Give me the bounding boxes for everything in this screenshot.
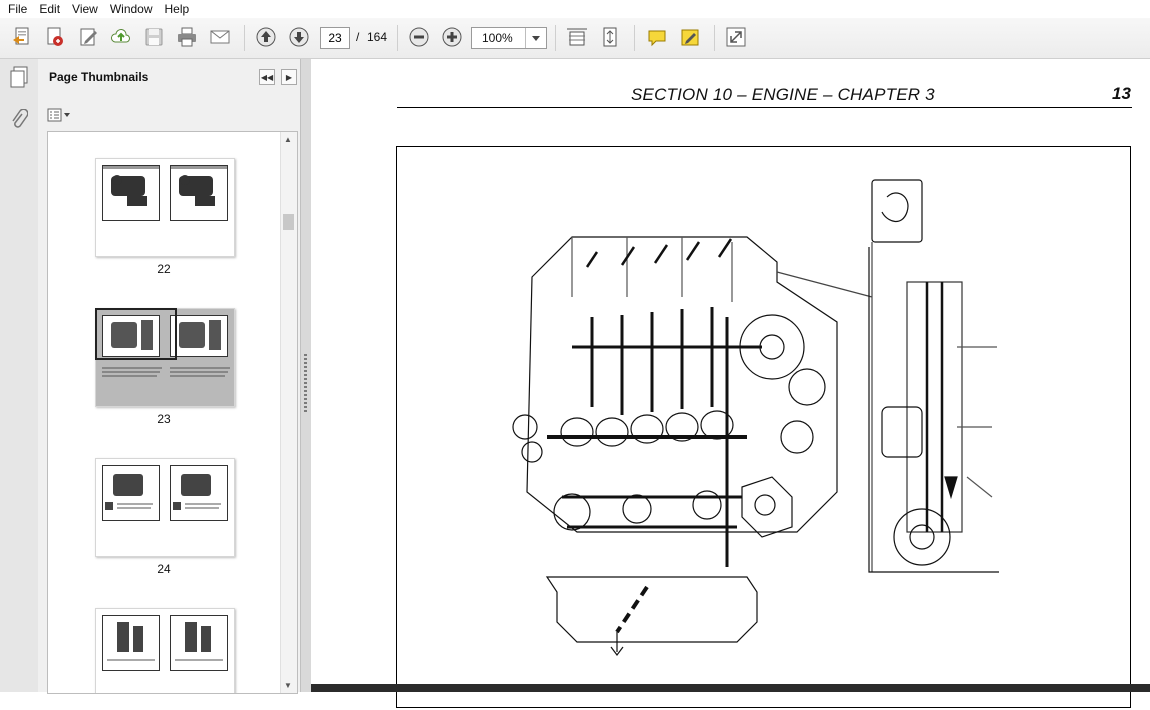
cloud-upload-icon[interactable] — [109, 25, 133, 49]
save-icon[interactable] — [142, 25, 166, 49]
document-page-number: 13 — [1112, 84, 1131, 103]
thumbnail-label: 23 — [157, 412, 171, 426]
arrow-down-icon[interactable] — [287, 25, 311, 49]
panel-title: Page Thumbnails — [49, 70, 149, 84]
engine-lubrication-diagram — [512, 179, 999, 656]
edit-pdf-icon[interactable] — [43, 25, 67, 49]
chevron-down-icon[interactable] — [525, 28, 546, 48]
menu-bar: File Edit View Window Help — [0, 0, 1150, 18]
section-heading: SECTION 10 – ENGINE – CHAPTER 3 — [631, 85, 935, 104]
menu-help[interactable]: Help — [159, 0, 196, 18]
fit-page-icon[interactable] — [598, 25, 622, 49]
thumbnail-page[interactable] — [95, 158, 235, 257]
menu-view[interactable]: View — [66, 0, 104, 18]
navigation-rail — [0, 59, 39, 692]
scroll-down-icon[interactable]: ▼ — [284, 681, 292, 690]
scroll-thumb[interactable] — [283, 214, 294, 230]
plus-icon[interactable] — [440, 25, 464, 49]
page-thumbnails-icon[interactable] — [7, 65, 31, 89]
create-pdf-icon[interactable] — [10, 25, 34, 49]
edit-form-icon[interactable] — [77, 25, 101, 49]
document-view[interactable]: SECTION 10 – ENGINE – CHAPTER 3 13 — [311, 59, 1150, 708]
zoom-select[interactable]: 100% — [471, 27, 547, 49]
page-number-input[interactable] — [320, 27, 350, 49]
page-thumbnails-panel: Page Thumbnails ◀◀ ▶ 22 23 24 ▲ ▼ — [38, 59, 300, 694]
highlight-icon[interactable] — [678, 25, 702, 49]
thumbnail-page[interactable] — [95, 608, 235, 693]
fit-width-icon[interactable] — [565, 25, 589, 49]
comment-icon[interactable] — [645, 25, 669, 49]
expand-panel-icon[interactable]: ▶ — [281, 69, 297, 85]
arrow-up-icon[interactable] — [254, 25, 278, 49]
options-menu-button[interactable] — [47, 107, 73, 123]
menu-window[interactable]: Window — [104, 0, 159, 18]
minus-icon[interactable] — [407, 25, 431, 49]
thumbnail-page[interactable] — [95, 458, 235, 557]
engine-figure — [396, 146, 1131, 708]
page-edge — [311, 684, 1150, 692]
zoom-value: 100% — [482, 31, 513, 45]
scroll-up-icon[interactable]: ▲ — [284, 135, 292, 144]
paperclip-icon[interactable] — [7, 108, 31, 132]
thumbnail-label: 24 — [157, 562, 171, 576]
thumbnail-list[interactable]: 22 23 24 ▲ ▼ — [47, 131, 298, 694]
page-separator: / — [356, 30, 360, 44]
page-total: 164 — [367, 30, 388, 44]
menu-file[interactable]: File — [0, 0, 33, 18]
header-rule — [397, 107, 1132, 108]
thumbnail-page-selected[interactable] — [95, 308, 235, 407]
email-icon[interactable] — [208, 25, 232, 49]
toolbar: / 164 100% — [0, 18, 1150, 59]
menu-edit[interactable]: Edit — [33, 0, 66, 18]
print-icon[interactable] — [175, 25, 199, 49]
thumbnail-scrollbar[interactable]: ▲ ▼ — [280, 132, 297, 693]
collapse-panel-icon[interactable]: ◀◀ — [259, 69, 275, 85]
thumbnail-label: 22 — [157, 262, 171, 276]
expand-icon[interactable] — [724, 25, 748, 49]
